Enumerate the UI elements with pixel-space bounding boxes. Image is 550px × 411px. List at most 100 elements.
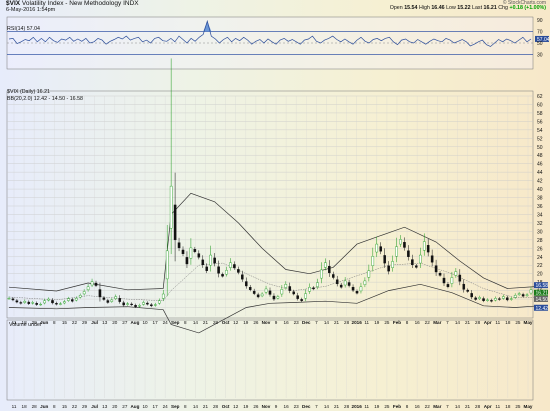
candle-body — [150, 304, 153, 307]
x-tick-label-bottom: Sep — [171, 404, 180, 409]
candle-body — [529, 289, 533, 294]
candle-body — [442, 277, 446, 284]
x-tick-label: 14 — [193, 320, 199, 325]
candle-body — [181, 249, 185, 255]
candle-body — [185, 257, 189, 265]
candle-body — [19, 302, 23, 304]
x-tick-label: 28 — [475, 320, 481, 325]
candle-body — [118, 298, 122, 302]
candle-body — [241, 274, 244, 280]
candle-body — [47, 298, 50, 301]
price-tick-label: 56 — [537, 119, 543, 125]
candle-body — [470, 293, 473, 298]
candle-body — [395, 246, 398, 257]
candle-body — [98, 289, 102, 298]
x-tick-label: 13 — [102, 320, 108, 325]
price-label: $VIX (Daily) 16.21 — [7, 89, 50, 95]
x-tick-label-bottom: 14 — [455, 404, 461, 409]
x-tick-label: 11 — [495, 320, 500, 325]
candle-body — [59, 303, 62, 305]
x-tick-label: 28 — [213, 320, 219, 325]
candle-body — [498, 298, 501, 300]
candle-body — [292, 291, 296, 295]
candle-body — [355, 291, 359, 294]
x-tick-label: Apr — [484, 320, 492, 325]
x-tick-label-bottom: 28 — [475, 404, 481, 409]
candle-body — [260, 293, 264, 297]
price-tick-label: 26 — [537, 246, 543, 252]
x-tick-label: 21 — [465, 320, 471, 325]
candle-body — [276, 296, 280, 299]
candle-body — [521, 294, 525, 297]
x-tick-label-bottom: 11 — [495, 404, 500, 409]
candle-body — [233, 264, 236, 268]
candle-body — [138, 305, 141, 307]
x-tick-label-bottom: 18 — [505, 404, 511, 409]
x-tick-label: 28 — [344, 320, 350, 325]
candle-body — [11, 298, 15, 301]
candle-body — [134, 305, 137, 307]
x-tick-label: Nov — [262, 320, 271, 325]
candle-body — [193, 249, 197, 252]
candle-body — [359, 286, 363, 292]
price-tick-label: 30 — [537, 229, 543, 235]
candle-body — [411, 259, 414, 266]
candle-body — [272, 295, 276, 300]
x-tick-label-bottom: Feb — [393, 404, 401, 409]
candle-body — [434, 265, 438, 273]
x-tick-label-bottom: 15 — [62, 404, 68, 409]
x-tick-label: 22 — [425, 320, 431, 325]
candle-body — [426, 245, 430, 253]
candle-body — [304, 293, 307, 299]
x-tick-label: 24 — [163, 320, 169, 325]
candle-body — [252, 290, 256, 294]
candle-body — [335, 279, 339, 285]
candle-body — [367, 270, 371, 278]
price-tick-label: 44 — [537, 170, 543, 176]
x-tick-label-bottom: Mar — [433, 404, 441, 409]
price-tick-label: 28 — [537, 238, 543, 244]
candle-body — [55, 303, 58, 305]
candle-body — [403, 242, 406, 248]
candle-body — [126, 303, 129, 305]
x-tick-label: 15 — [62, 320, 68, 325]
bb-label: BB(20,2.0) 12.42 - 14.50 - 16.58 — [7, 96, 83, 102]
candle-body — [94, 282, 98, 286]
candle-body — [165, 250, 169, 280]
candle-body — [371, 256, 375, 266]
x-tick-label: 8 — [53, 320, 56, 325]
candle-body — [387, 265, 390, 272]
x-tick-label-bottom: 17 — [153, 404, 159, 409]
x-tick-label-bottom: 8 — [53, 404, 56, 409]
x-tick-label-bottom: 13 — [102, 404, 108, 409]
x-tick-label-bottom: 16 — [284, 404, 290, 409]
x-tick-label: 20 — [112, 320, 118, 325]
candle-body — [379, 246, 383, 252]
candle-body — [347, 282, 351, 286]
candle-body — [205, 266, 209, 271]
candle-body — [407, 250, 410, 257]
candle-body — [466, 289, 470, 292]
price-tick-label: 52 — [537, 136, 543, 142]
x-tick-label-bottom: 14 — [193, 404, 199, 409]
candle-body — [177, 242, 181, 249]
candle-body — [146, 302, 149, 305]
candle-body — [375, 243, 379, 253]
price-tick-label: 58 — [537, 111, 543, 117]
x-tick-label-bottom: 8 — [406, 404, 409, 409]
x-tick-label-bottom: 2016 — [352, 404, 363, 409]
candle-body — [462, 283, 466, 290]
bb-lower-band — [8, 283, 539, 334]
candle-body — [264, 288, 268, 293]
candle-body — [284, 284, 288, 288]
x-tick-label: Sep — [171, 320, 180, 325]
x-tick-label: 19 — [243, 320, 249, 325]
x-tick-label: 12 — [233, 320, 239, 325]
x-tick-label: Mar — [433, 320, 441, 325]
candle-body — [458, 274, 462, 282]
price-panel-frame — [6, 90, 534, 319]
candle-body — [288, 286, 292, 291]
candle-body — [106, 300, 110, 303]
candle-body — [209, 254, 212, 266]
volume-label: Volume undef — [9, 322, 42, 328]
